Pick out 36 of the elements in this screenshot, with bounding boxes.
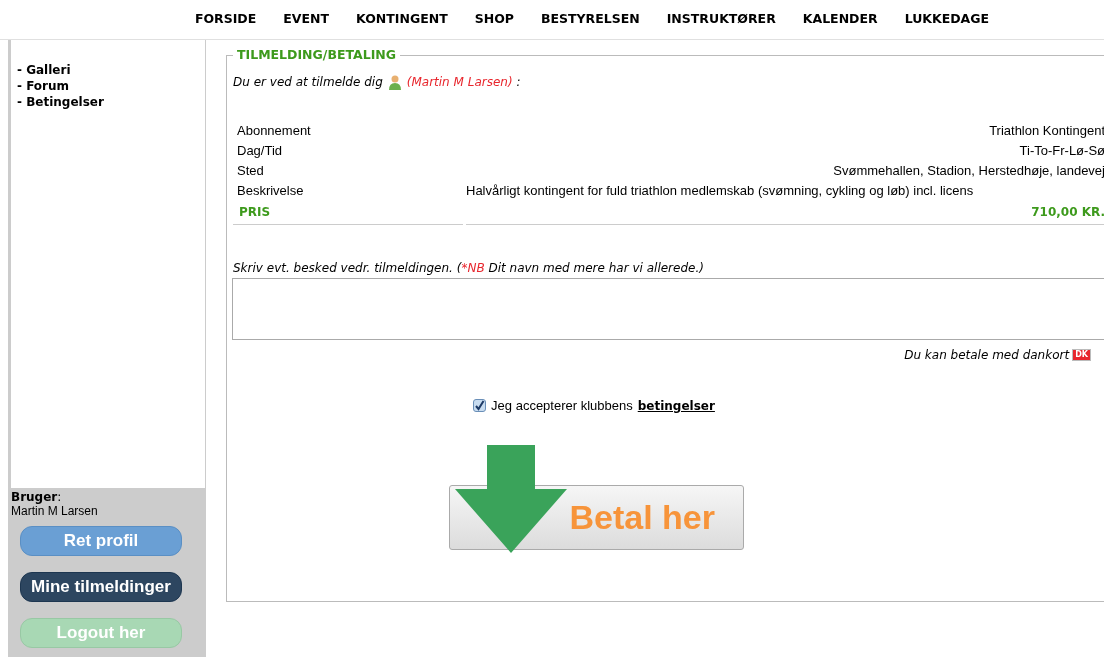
nav-link[interactable]: KONTINGENT bbox=[356, 10, 448, 29]
member-name: (Martin M Larsen) bbox=[406, 73, 513, 91]
down-arrow-icon bbox=[453, 445, 569, 554]
detail-label: Abonnement bbox=[236, 122, 312, 140]
nav-link[interactable]: KALENDER bbox=[802, 10, 878, 29]
detail-value: Halvårligt kontingent for fuld triathlon medlemskab (svømning, cykling og løb) incl. licens bbox=[465, 182, 974, 200]
user-label-colon: : bbox=[57, 490, 62, 504]
dankort-text: Du kan betale med dankort bbox=[904, 346, 1070, 364]
nav-link[interactable]: INSTRUKTØRER bbox=[666, 10, 776, 29]
detail-label: Sted bbox=[236, 162, 265, 180]
dankort-logo: DK bbox=[1072, 348, 1091, 361]
terms-checkbox[interactable] bbox=[473, 399, 487, 412]
sidebar-link[interactable]: - Betingelser bbox=[17, 94, 205, 110]
detail-label: Dag/Tid bbox=[236, 142, 284, 160]
user-name: Martin M Larsen bbox=[11, 504, 98, 518]
nav-link[interactable]: EVENT bbox=[283, 10, 330, 29]
price-label: PRIS bbox=[239, 204, 271, 222]
terms-link[interactable]: betingelser bbox=[637, 396, 715, 415]
intro-text: Du er ved at tilmelde dig bbox=[233, 73, 383, 91]
nav-link[interactable]: LUKKEDAGE bbox=[904, 10, 990, 29]
sidebar-button[interactable]: Mine tilmeldinger bbox=[20, 572, 182, 602]
nav-link[interactable]: BESTYRELSEN bbox=[540, 10, 640, 29]
user-icon bbox=[386, 73, 403, 90]
price-value: 710,00 KR. bbox=[1031, 204, 1104, 222]
detail-label: Beskrivelse bbox=[236, 182, 305, 200]
form-title: TILMELDING/BETALING bbox=[236, 46, 398, 64]
nav-link[interactable]: SHOP bbox=[474, 10, 514, 29]
sidebar-link[interactable]: - Forum bbox=[17, 78, 205, 94]
nav-link[interactable]: FORSIDE bbox=[194, 10, 257, 29]
message-label: Skriv evt. besked vedr. tilmeldingen. (*NB Dit navn med mere har vi allerede.) bbox=[233, 260, 704, 275]
terms-text: Jeg accepterer klubbens bbox=[491, 396, 633, 415]
intro-colon: : bbox=[516, 73, 521, 91]
detail-value: Ti-To-Fr-Lø-Sø bbox=[1019, 142, 1104, 160]
sidebar-link[interactable]: - Galleri bbox=[17, 62, 205, 78]
message-field[interactable] bbox=[232, 277, 1104, 340]
detail-value: Svømmehallen, Stadion, Herstedhøje, landevej bbox=[833, 162, 1104, 180]
